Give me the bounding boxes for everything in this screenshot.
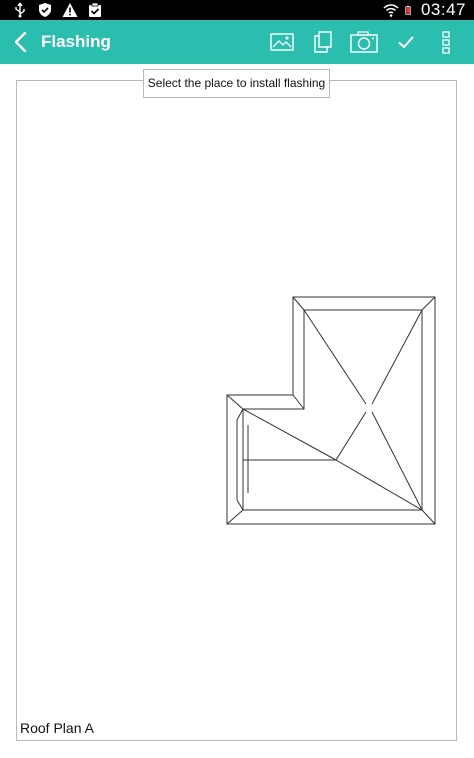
- page-title: Flashing: [41, 32, 111, 51]
- check-icon: [398, 36, 414, 49]
- plan-label: Roof Plan A: [20, 720, 94, 736]
- camera-icon: [350, 31, 378, 53]
- wifi-icon: [383, 4, 399, 17]
- image-icon: [270, 33, 294, 51]
- roof-plan-selectable-area[interactable]: [227, 296, 436, 525]
- battery-icon: [405, 5, 411, 15]
- more-options-button[interactable]: [436, 28, 456, 56]
- camera-button[interactable]: [349, 28, 379, 56]
- shield-icon: [39, 3, 51, 17]
- copy-pages-button[interactable]: [311, 28, 335, 56]
- usb-icon: [15, 2, 25, 18]
- more-vert-icon: [442, 31, 450, 54]
- confirm-button[interactable]: [394, 28, 418, 56]
- copy-pages-icon: [314, 31, 332, 53]
- image-button[interactable]: [268, 28, 296, 56]
- app-bar: Flashing: [0, 20, 474, 64]
- back-arrow-icon[interactable]: [10, 30, 34, 54]
- warning-icon: [62, 3, 78, 17]
- instruction-tooltip: Select the place to install flashing: [143, 69, 330, 98]
- clock-time: 03:47: [420, 0, 466, 19]
- clipboard-check-icon: [89, 2, 101, 17]
- status-bar: 03:47: [0, 0, 474, 20]
